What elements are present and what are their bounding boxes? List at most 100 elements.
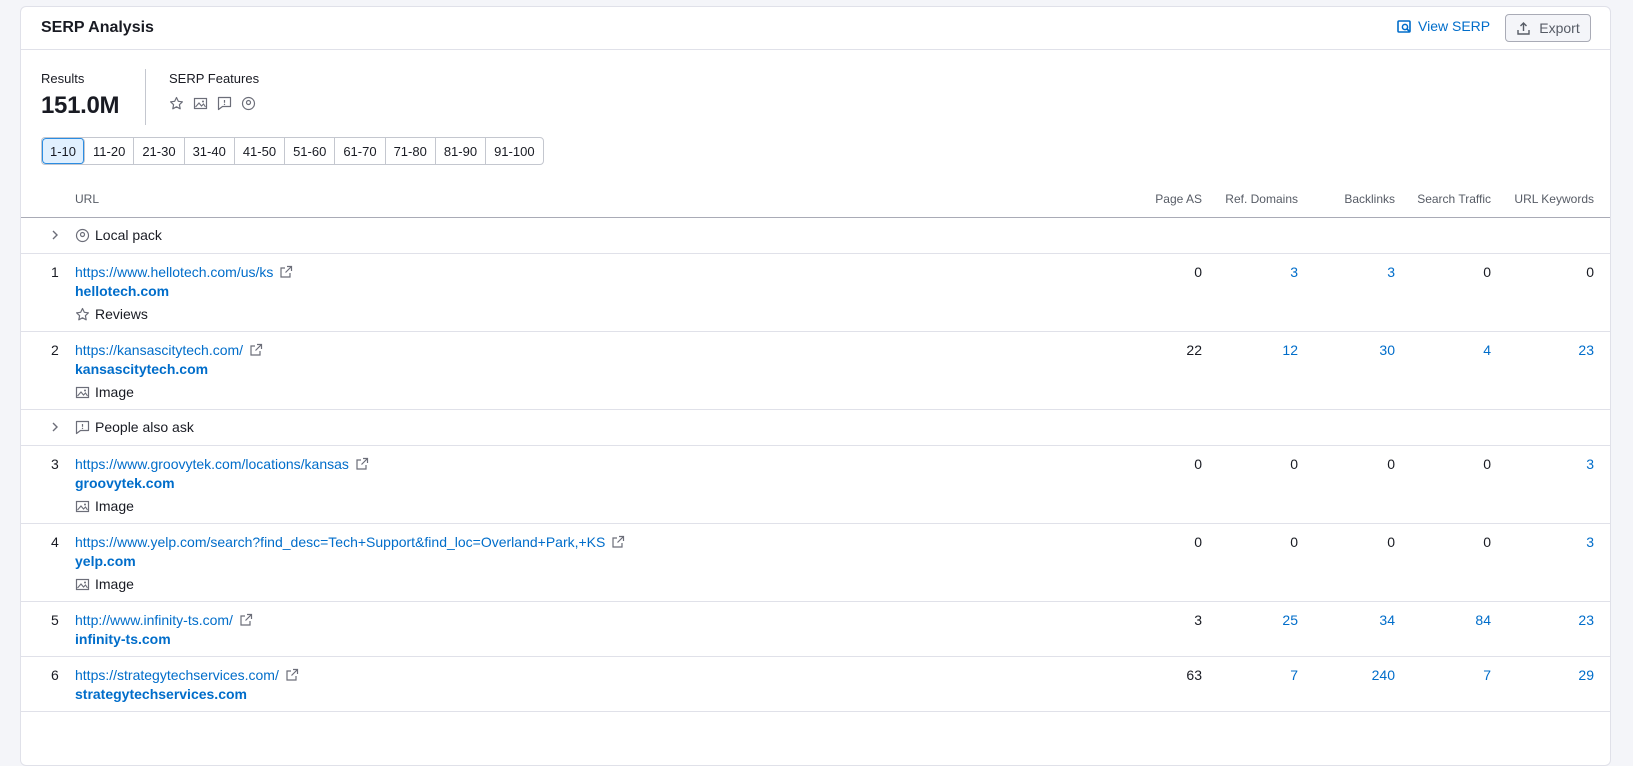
people-also-ask-label: People also ask (95, 419, 194, 435)
search-traffic-value: 0 (1483, 456, 1491, 472)
page-as-value: 3 (1194, 612, 1202, 628)
rank: 4 (51, 534, 59, 550)
results-block: Results 151.0M (41, 69, 146, 125)
ref-domains-value[interactable]: 3 (1290, 264, 1298, 280)
rank: 2 (51, 342, 59, 358)
card-header: SERP Analysis View SERP Export (21, 7, 1610, 50)
local-pack-label: Local pack (95, 227, 162, 243)
column-page-as[interactable]: Page AS (1155, 192, 1202, 206)
domain-link[interactable]: hellotech.com (75, 283, 169, 299)
url-link[interactable]: https://strategytechservices.com/ (75, 667, 279, 683)
results-label: Results (41, 71, 85, 86)
chevron-right-icon[interactable] (48, 420, 62, 434)
page-91-100[interactable]: 91-100 (486, 138, 542, 164)
url-keywords-value[interactable]: 23 (1578, 342, 1594, 358)
external-link-icon[interactable] (239, 613, 253, 627)
url-line: http://www.infinity-ts.com/ (75, 612, 253, 628)
search-traffic-value[interactable]: 7 (1483, 667, 1491, 683)
url-line: https://www.hellotech.com/us/ks (75, 264, 293, 280)
serp-features-block: SERP Features (146, 69, 259, 125)
column-search-traffic[interactable]: Search Traffic (1417, 192, 1491, 206)
ref-domains-value[interactable]: 25 (1282, 612, 1298, 628)
serp-feature-label: Image (95, 384, 134, 400)
backlinks-value[interactable]: 30 (1379, 342, 1395, 358)
url-link[interactable]: https://kansascitytech.com/ (75, 342, 243, 358)
domain-link[interactable]: strategytechservices.com (75, 686, 247, 702)
page-31-40[interactable]: 31-40 (185, 138, 235, 164)
rank: 6 (51, 667, 59, 683)
column-backlinks[interactable]: Backlinks (1344, 192, 1395, 206)
url-link[interactable]: http://www.infinity-ts.com/ (75, 612, 233, 628)
url-keywords-value[interactable]: 3 (1586, 456, 1594, 472)
page-as-value: 0 (1194, 264, 1202, 280)
serp-analysis-card: SERP Analysis View SERP Export Results 1… (20, 6, 1611, 766)
column-ref-domains[interactable]: Ref. Domains (1225, 192, 1298, 206)
url-line: https://www.groovytek.com/locations/kans… (75, 456, 369, 472)
page-41-50[interactable]: 41-50 (235, 138, 286, 164)
view-serp-icon (1397, 19, 1412, 34)
column-url-keywords[interactable]: URL Keywords (1514, 192, 1594, 206)
search-traffic-value[interactable]: 84 (1475, 612, 1491, 628)
page-as-value: 0 (1194, 534, 1202, 550)
page-1-10[interactable]: 1-10 (42, 138, 86, 164)
view-serp-label: View SERP (1418, 18, 1491, 34)
external-link-icon[interactable] (611, 535, 625, 549)
page-21-30[interactable]: 21-30 (134, 138, 185, 164)
table-row: 1 https://www.hellotech.com/us/ks hellot… (21, 254, 1610, 332)
external-link-icon[interactable] (355, 457, 369, 471)
view-serp-button[interactable]: View SERP (1397, 18, 1490, 34)
backlinks-value[interactable]: 240 (1372, 667, 1395, 683)
chevron-right-icon[interactable] (48, 228, 62, 242)
serp-feature: Image (75, 498, 134, 514)
search-traffic-value[interactable]: 4 (1483, 342, 1491, 358)
search-traffic-value: 0 (1483, 534, 1491, 550)
page-71-80[interactable]: 71-80 (386, 138, 436, 164)
serp-feature-label: Image (95, 576, 134, 592)
domain-link[interactable]: infinity-ts.com (75, 631, 171, 647)
page-11-20[interactable]: 11-20 (85, 138, 135, 164)
feature-row-local-pack[interactable]: Local pack (21, 218, 1610, 254)
location-pin-icon[interactable] (241, 96, 256, 111)
external-link-icon[interactable] (285, 668, 299, 682)
backlinks-value: 0 (1387, 456, 1395, 472)
url-keywords-value[interactable]: 29 (1578, 667, 1594, 683)
url-line: https://kansascitytech.com/ (75, 342, 263, 358)
image-icon[interactable] (193, 96, 208, 111)
url-keywords-value: 0 (1586, 264, 1594, 280)
url-link[interactable]: https://www.groovytek.com/locations/kans… (75, 456, 349, 472)
results-value: 151.0M (41, 92, 120, 119)
url-line: https://www.yelp.com/search?find_desc=Te… (75, 534, 625, 550)
page-61-70[interactable]: 61-70 (335, 138, 386, 164)
url-link[interactable]: https://www.yelp.com/search?find_desc=Te… (75, 534, 605, 550)
column-url[interactable]: URL (75, 192, 99, 206)
serp-feature-label: Image (95, 498, 134, 514)
url-keywords-value[interactable]: 23 (1578, 612, 1594, 628)
backlinks-value[interactable]: 3 (1387, 264, 1395, 280)
pagination: 1-10 11-20 21-30 31-40 41-50 51-60 61-70 71-80 8… (41, 137, 544, 165)
external-link-icon[interactable] (249, 343, 263, 357)
star-icon (75, 307, 90, 322)
ref-domains-value[interactable]: 7 (1290, 667, 1298, 683)
domain-link[interactable]: yelp.com (75, 553, 136, 569)
image-icon (75, 385, 90, 400)
table-row: 4 https://www.yelp.com/search?find_desc=… (21, 524, 1610, 602)
serp-feature: Image (75, 384, 134, 400)
export-button[interactable]: Export (1505, 14, 1591, 42)
url-link[interactable]: https://www.hellotech.com/us/ks (75, 264, 273, 280)
page-51-60[interactable]: 51-60 (285, 138, 336, 164)
feature-row-people-also-ask[interactable]: People also ask (21, 410, 1610, 446)
speech-bubble-icon[interactable] (217, 96, 232, 111)
rank: 3 (51, 456, 59, 472)
export-label: Export (1539, 20, 1580, 36)
domain-link[interactable]: groovytek.com (75, 475, 175, 491)
page-81-90[interactable]: 81-90 (436, 138, 487, 164)
url-keywords-value[interactable]: 3 (1586, 534, 1594, 550)
domain-link[interactable]: kansascitytech.com (75, 361, 208, 377)
star-icon[interactable] (169, 96, 184, 111)
rank: 1 (51, 264, 59, 280)
external-link-icon[interactable] (279, 265, 293, 279)
search-traffic-value: 0 (1483, 264, 1491, 280)
card-title: SERP Analysis (41, 19, 154, 36)
ref-domains-value[interactable]: 12 (1282, 342, 1298, 358)
backlinks-value[interactable]: 34 (1379, 612, 1395, 628)
